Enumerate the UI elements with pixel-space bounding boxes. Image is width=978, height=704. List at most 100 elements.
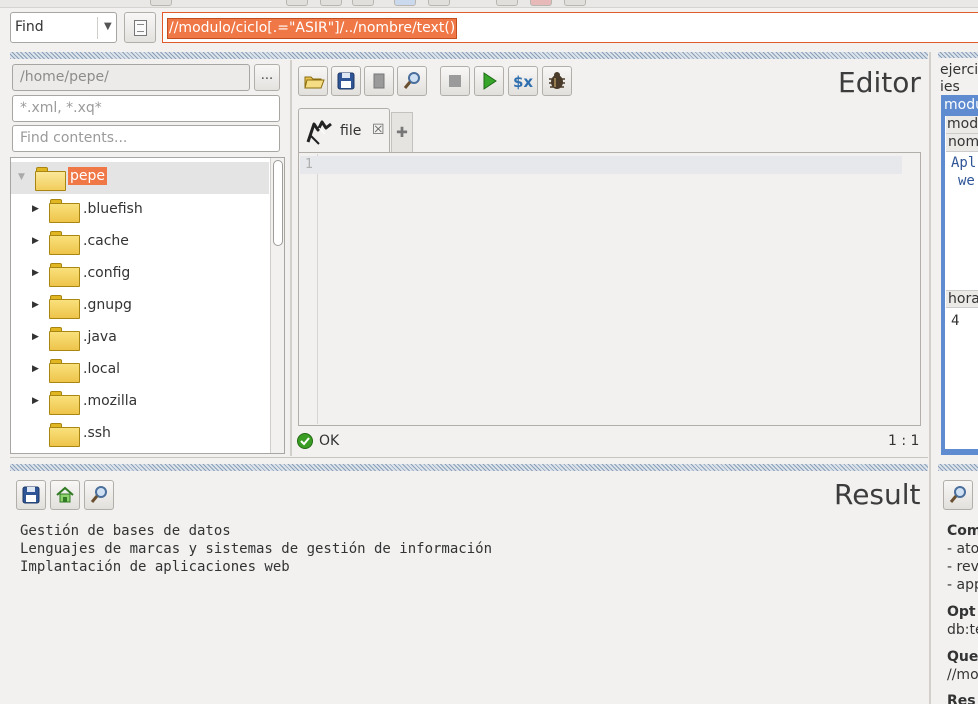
toolbar-stub[interactable] bbox=[286, 0, 308, 6]
tree-item-gnupg[interactable]: ▶ .gnupg bbox=[11, 290, 269, 322]
collapsed-arrow-icon[interactable]: ▶ bbox=[32, 332, 39, 342]
tree-item-java[interactable]: ▶ .java bbox=[11, 322, 269, 354]
collapsed-arrow-icon[interactable]: ▶ bbox=[32, 300, 39, 310]
browse-button[interactable]: ... bbox=[254, 64, 280, 91]
collapsed-arrow-icon[interactable]: ▶ bbox=[32, 268, 39, 278]
svg-text:$x: $x bbox=[513, 73, 533, 91]
collapsed-arrow-icon[interactable]: ▶ bbox=[32, 236, 39, 246]
folder-icon bbox=[49, 295, 80, 319]
vertical-divider[interactable] bbox=[290, 60, 292, 456]
toolbar-stub[interactable] bbox=[320, 0, 342, 6]
folder-icon bbox=[49, 263, 80, 287]
stop-button[interactable] bbox=[440, 66, 470, 96]
tree-item-label: .mozilla bbox=[83, 393, 138, 409]
panel-separator[interactable] bbox=[10, 464, 928, 471]
folder-open-icon bbox=[304, 76, 325, 89]
panel-separator[interactable] bbox=[938, 464, 978, 471]
play-icon bbox=[483, 72, 497, 90]
run-query-button[interactable] bbox=[474, 66, 504, 96]
info-line: //mo bbox=[947, 667, 978, 683]
variables-button[interactable]: $x bbox=[508, 66, 538, 96]
result-line: Lenguajes de marcas y sistemas de gestió… bbox=[20, 541, 493, 557]
query-input[interactable]: //modulo/ciclo[.="ASIR"]/../nombre/text(… bbox=[162, 12, 978, 43]
tree-item-label: .bluefish bbox=[83, 201, 143, 217]
save-button[interactable] bbox=[331, 66, 361, 96]
vertical-divider[interactable] bbox=[929, 52, 931, 704]
toolbar-stub[interactable] bbox=[428, 0, 450, 6]
new-tab-button[interactable]: ✚ bbox=[391, 112, 413, 152]
history-button[interactable] bbox=[124, 12, 156, 43]
find-in-result-button[interactable] bbox=[84, 480, 114, 510]
panel-separator[interactable] bbox=[10, 52, 928, 59]
collapsed-arrow-icon[interactable]: ▶ bbox=[32, 204, 39, 214]
close-file-button[interactable] bbox=[364, 66, 394, 96]
result-output[interactable]: Gestión de bases de datos Lenguajes de ma… bbox=[20, 522, 492, 576]
file-filter-input[interactable]: *.xml, *.xq* bbox=[12, 95, 280, 122]
tree-item-mozilla[interactable]: ▶ .mozilla bbox=[11, 386, 269, 418]
toolbar-stub[interactable] bbox=[496, 0, 518, 6]
toolbar-stub[interactable] bbox=[530, 0, 552, 6]
tab-label: file bbox=[340, 123, 362, 139]
find-in-editor-button[interactable] bbox=[397, 66, 427, 96]
folder-icon bbox=[49, 359, 80, 383]
find-contents-input[interactable]: Find contents... bbox=[12, 125, 280, 152]
folder-icon bbox=[49, 423, 80, 447]
divider bbox=[97, 17, 98, 39]
folder-icon bbox=[49, 231, 80, 255]
save-result-button[interactable] bbox=[16, 480, 46, 510]
home-button[interactable] bbox=[50, 480, 80, 510]
tree-item-label: .cache bbox=[83, 233, 129, 249]
path-field[interactable]: /home/pepe/ bbox=[12, 64, 250, 91]
find-info-button[interactable] bbox=[943, 480, 973, 510]
tree-item-ssh[interactable]: .ssh bbox=[11, 418, 269, 450]
home-icon bbox=[56, 486, 74, 503]
result-title: Result bbox=[834, 478, 921, 511]
divider bbox=[10, 457, 928, 458]
document-icon bbox=[134, 20, 147, 36]
bug-icon bbox=[549, 72, 565, 89]
info-line: - app bbox=[947, 577, 978, 593]
node-label: nom bbox=[948, 134, 978, 150]
open-file-button[interactable] bbox=[298, 66, 328, 96]
tree-item-label: .local bbox=[83, 361, 121, 377]
variable-icon: $x bbox=[513, 73, 533, 91]
tree-item-pepe[interactable]: ▼ pepe bbox=[11, 162, 269, 194]
code-editor[interactable] bbox=[298, 152, 921, 426]
line-gutter bbox=[300, 154, 318, 424]
magnifier-icon bbox=[90, 486, 107, 503]
scrollbar-thumb[interactable] bbox=[273, 160, 283, 246]
search-mode-select[interactable]: Find ▼ bbox=[10, 12, 117, 43]
node-label: hora bbox=[948, 291, 978, 307]
tree-item-label: .config bbox=[83, 265, 131, 281]
info-heading: Com bbox=[947, 523, 978, 539]
toolbar-stub[interactable] bbox=[564, 0, 586, 6]
info-line: ies bbox=[940, 79, 960, 95]
toolbar-stub[interactable] bbox=[352, 0, 374, 6]
tree-item-label: pepe bbox=[68, 167, 107, 185]
tree-item-cache[interactable]: ▶ .cache bbox=[11, 226, 269, 258]
chevron-down-icon[interactable]: ▼ bbox=[104, 21, 112, 32]
node-label: mod bbox=[947, 116, 978, 132]
debug-button[interactable] bbox=[542, 66, 572, 96]
magnifier-icon bbox=[949, 486, 966, 503]
tree-scrollbar[interactable] bbox=[270, 158, 284, 453]
tree-item-bluefish[interactable]: ▶ .bluefish bbox=[11, 194, 269, 226]
collapsed-arrow-icon[interactable]: ▶ bbox=[32, 396, 39, 406]
collapsed-arrow-icon[interactable]: ▶ bbox=[32, 364, 39, 374]
page-icon bbox=[373, 73, 385, 89]
node-label: modu bbox=[944, 97, 978, 113]
tree-item-config[interactable]: ▶ .config bbox=[11, 258, 269, 290]
current-line-highlight bbox=[300, 156, 902, 174]
info-heading: Que bbox=[947, 649, 978, 665]
result-line: Gestión de bases de datos bbox=[20, 523, 231, 539]
info-line: db:te bbox=[947, 622, 978, 638]
tab-file[interactable]: file ☒ bbox=[298, 108, 390, 154]
close-icon[interactable]: ☒ bbox=[372, 122, 385, 138]
toolbar-stub[interactable] bbox=[150, 0, 172, 6]
tree-item-label: .gnupg bbox=[83, 297, 132, 313]
expanded-arrow-icon[interactable]: ▼ bbox=[18, 172, 25, 182]
toolbar-stub[interactable] bbox=[394, 0, 416, 6]
tree-item-local[interactable]: ▶ .local bbox=[11, 354, 269, 386]
search-mode-value: Find bbox=[15, 19, 44, 35]
magnifier-icon bbox=[403, 72, 420, 89]
